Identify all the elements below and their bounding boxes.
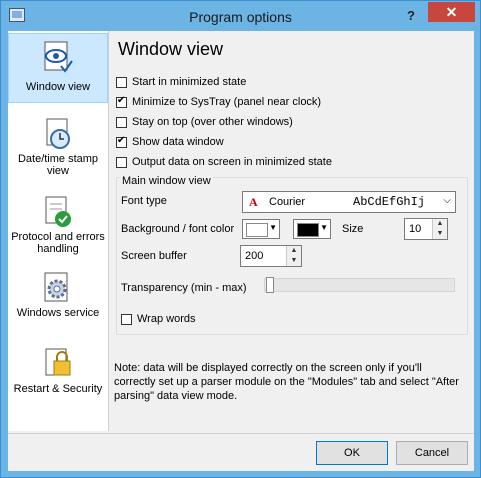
transparency-slider-track[interactable] — [264, 277, 455, 293]
font-a-icon: A — [249, 195, 258, 209]
font-type-select[interactable]: A Courier AbCdEfGhIj ⌵ — [242, 191, 456, 213]
sidebar-item-window-view[interactable]: Window view — [8, 33, 108, 103]
sidebar-item-label: Window view — [25, 81, 91, 93]
chevron-down-icon: ⌵ — [443, 195, 451, 206]
size-spinner[interactable]: 10 ▲ ▼ — [404, 218, 448, 240]
checkbox-show-data-window[interactable]: Show data window — [116, 134, 224, 150]
checkbox-label: Show data window — [132, 136, 224, 148]
checkbox-start-minimized[interactable]: Start in minimized state — [116, 74, 246, 90]
window-eye-icon — [44, 41, 73, 73]
spin-up-icon[interactable]: ▲ — [287, 246, 301, 256]
checkbox-label: Minimize to SysTray (panel near clock) — [132, 96, 322, 108]
sidebar-item-windows-service[interactable]: Windows service — [8, 271, 108, 333]
sidebar-item-restart-security[interactable]: Restart & Security — [8, 347, 108, 409]
spin-down-icon[interactable]: ▼ — [287, 256, 301, 266]
font-color-picker[interactable]: ▼ — [293, 219, 331, 239]
page-title: Window view — [118, 39, 224, 59]
spin-down-icon[interactable]: ▼ — [433, 229, 447, 239]
help-button[interactable]: ? — [398, 6, 424, 26]
checkbox-box[interactable] — [121, 313, 132, 325]
dropdown-arrow-icon: ▼ — [320, 223, 328, 232]
checkbox-minimize-systray[interactable]: Minimize to SysTray (panel near clock) — [116, 94, 321, 110]
screen-buffer-spinner[interactable]: 200 ▲ ▼ — [240, 245, 302, 267]
sidebar-item-datetime-stamp[interactable]: Date/time stamp view — [8, 117, 108, 179]
checkbox-box[interactable] — [116, 76, 127, 88]
spin-up-icon[interactable]: ▲ — [433, 219, 447, 229]
spin-buttons[interactable]: ▲ ▼ — [432, 219, 447, 239]
sidebar-item-protocol-errors[interactable]: Protocol and errors handling — [8, 195, 108, 257]
sidebar-item-label: Restart & Security — [13, 383, 103, 395]
transparency-label: Transparency (min - max) — [121, 282, 247, 294]
document-check-icon — [45, 196, 71, 227]
checkbox-label: Start in minimized state — [132, 76, 247, 88]
buffer-value: 200 — [245, 250, 264, 262]
checkbox-output-minimized[interactable]: Output data on screen in minimized state — [116, 154, 332, 170]
font-sample: AbCdEfGhIj — [353, 195, 426, 209]
sidebar-item-label: Windows service — [16, 307, 100, 319]
sidebar: Window view Date/time stamp view Protoco… — [8, 31, 109, 431]
checkbox-box[interactable] — [116, 156, 127, 168]
checkbox-box[interactable] — [116, 116, 127, 128]
note-text: Note: data will be displayed correctly o… — [114, 362, 459, 402]
ok-button[interactable]: OK — [316, 441, 388, 465]
checkbox-box[interactable] — [116, 95, 127, 108]
checkbox-stay-on-top[interactable]: Stay on top (over other windows) — [116, 114, 293, 130]
size-value: 10 — [409, 223, 422, 235]
sidebar-item-label: Date/time stamp view — [17, 153, 99, 177]
bg-font-color-label: Background / font color — [121, 223, 235, 235]
clock-document-icon — [46, 118, 70, 149]
program-options-window: Program options ? ✕ Window view Date/tim… — [0, 0, 481, 478]
gear-icon — [44, 272, 68, 302]
lock-icon — [45, 348, 71, 376]
checkbox-label: Output data on screen in minimized state — [132, 156, 332, 168]
background-color-picker[interactable]: ▼ — [242, 219, 280, 239]
screen-buffer-label: Screen buffer — [121, 250, 187, 262]
transparency-slider-thumb[interactable] — [266, 277, 274, 293]
footer-separator — [8, 433, 474, 434]
font-type-label: Font type — [121, 195, 167, 207]
close-button[interactable]: ✕ — [428, 2, 475, 22]
checkbox-label: Stay on top (over other windows) — [132, 116, 293, 128]
title-bar: Program options ? ✕ — [1, 1, 480, 31]
dropdown-arrow-icon: ▼ — [269, 223, 277, 232]
font-name: Courier — [269, 196, 306, 208]
sidebar-item-label: Protocol and errors handling — [11, 231, 105, 255]
checkbox-box[interactable] — [116, 135, 127, 148]
dialog-client: Window view Date/time stamp view Protoco… — [8, 31, 474, 471]
spin-buttons[interactable]: ▲ ▼ — [286, 246, 301, 266]
checkbox-wrap-words[interactable]: Wrap words — [121, 311, 195, 327]
cancel-button[interactable]: Cancel — [396, 441, 468, 465]
color-swatch — [297, 223, 319, 237]
checkbox-label: Wrap words — [137, 313, 196, 325]
color-swatch — [246, 223, 268, 237]
group-label: Main window view — [120, 175, 213, 187]
size-label: Size — [342, 223, 364, 235]
